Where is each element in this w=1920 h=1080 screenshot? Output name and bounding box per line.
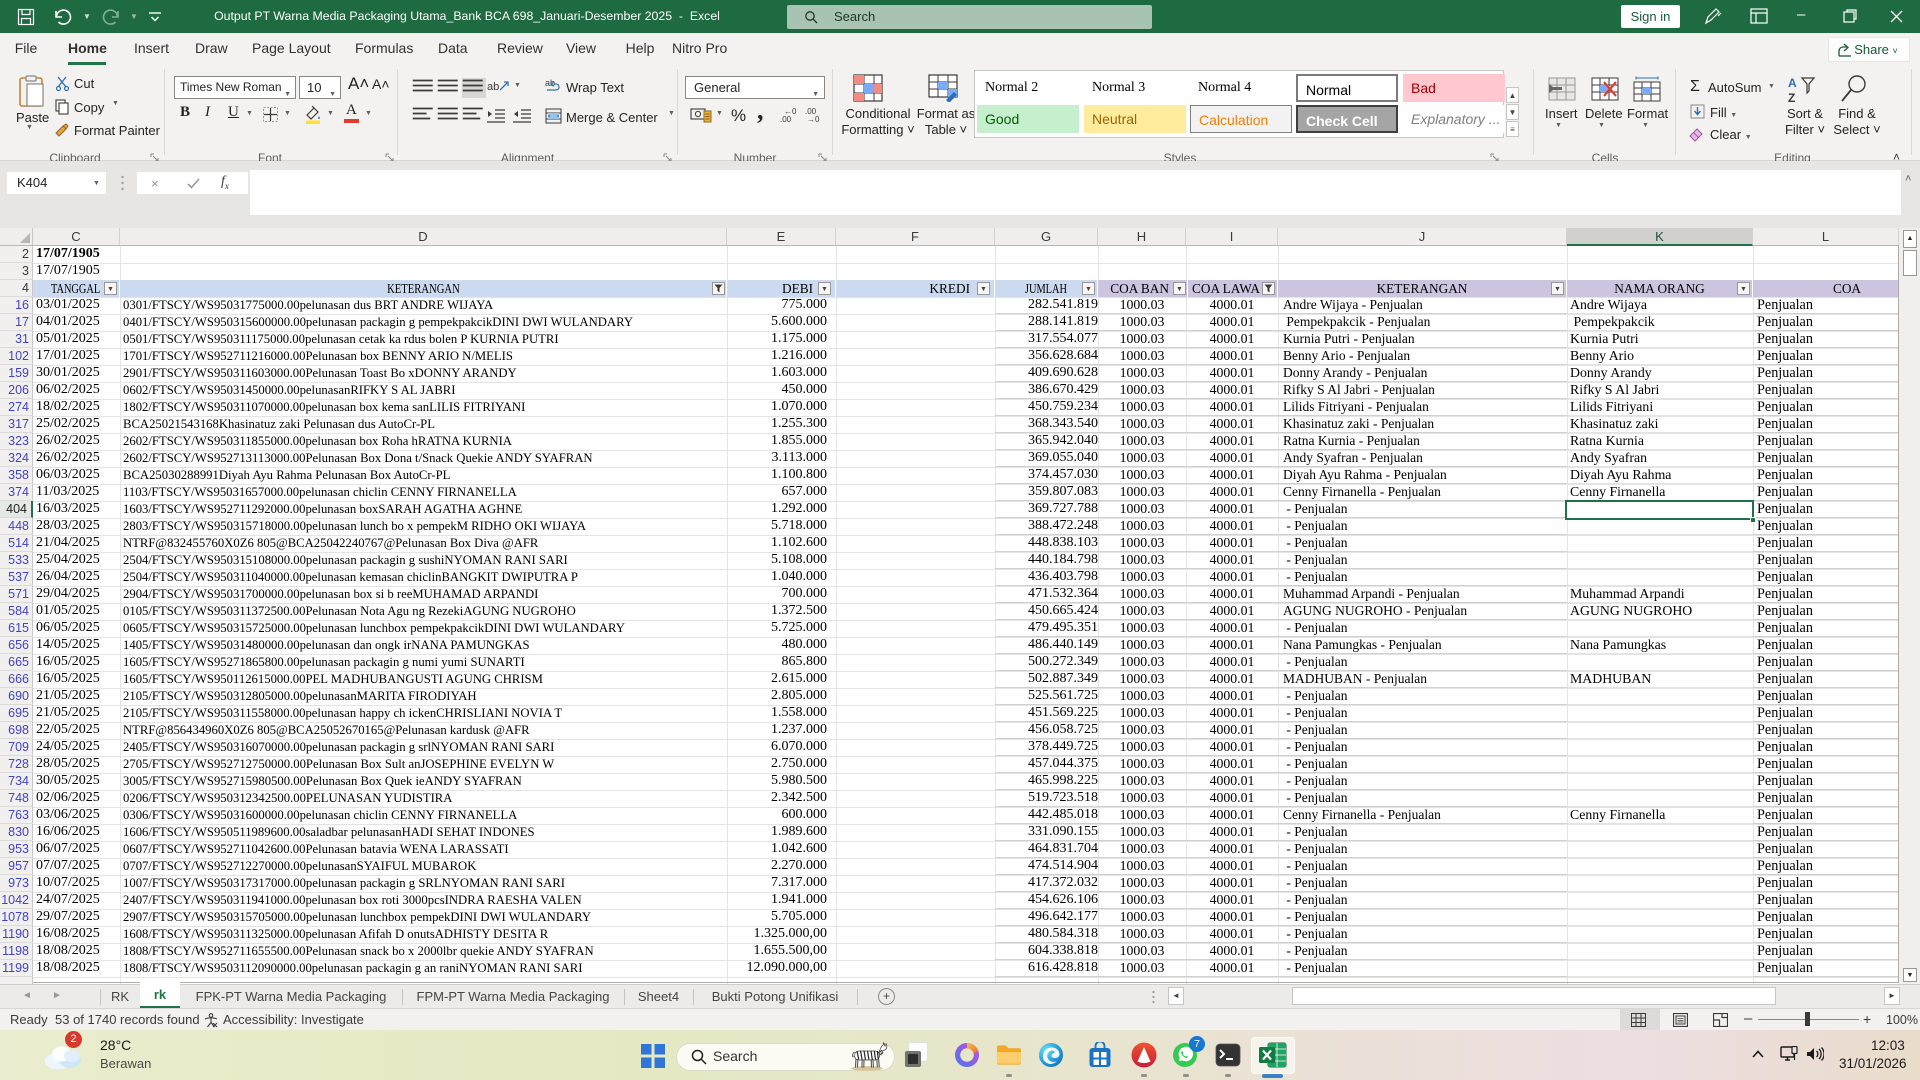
svg-text:ab: ab [487, 81, 499, 93]
svg-text:A: A [1788, 76, 1797, 90]
svg-text:Z: Z [1788, 91, 1795, 104]
svg-text:.00: .00 [780, 115, 792, 123]
svg-text:→0: →0 [807, 115, 820, 123]
